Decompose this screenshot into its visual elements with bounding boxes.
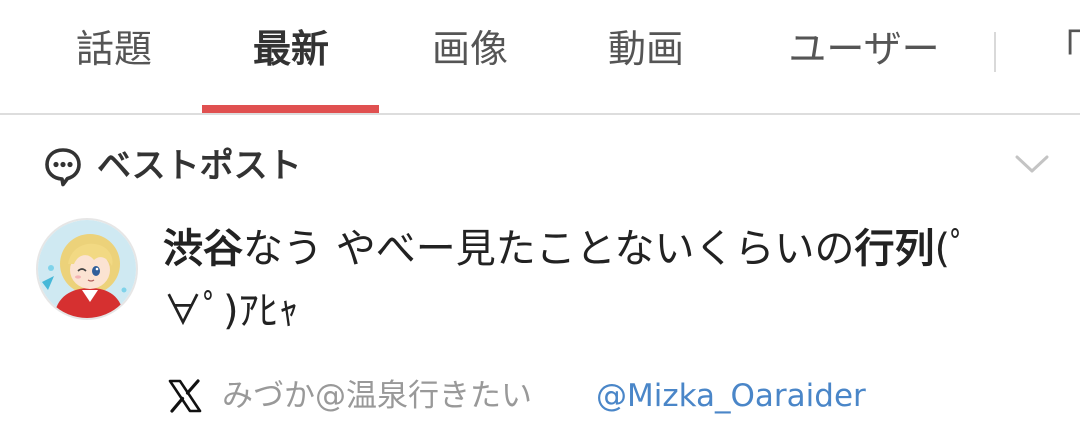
post-text-bold: 行列	[854, 226, 935, 272]
tab-divider	[994, 32, 996, 72]
chevron-down-icon[interactable]	[1014, 150, 1050, 178]
post-text-bold: 渋谷	[163, 226, 243, 272]
x-logo-icon	[167, 378, 203, 414]
section-title: ベストポスト	[97, 146, 302, 186]
post-text-segment: なう やべー見たことないくらいの	[243, 226, 855, 272]
author-name[interactable]: みづか@温泉行きたい	[222, 374, 532, 418]
tab-trending[interactable]: 話題	[72, 24, 156, 74]
post-text[interactable]: 渋谷なう やべー見たことないくらいの行列(ﾟ∀ﾟ)ｱﾋｬ	[163, 218, 1023, 342]
search-tab-bar: 話題 最新 画像 動画 ユーザー 「	[0, 0, 1080, 115]
speech-bubble-icon	[44, 147, 82, 187]
author-handle[interactable]: @Mizka_Oaraider	[596, 374, 866, 418]
tab-videos[interactable]: 動画	[604, 24, 688, 74]
tab-overflow[interactable]: 「	[1044, 24, 1080, 74]
tab-images[interactable]: 画像	[428, 24, 512, 74]
tab-users[interactable]: ユーザー	[782, 24, 946, 74]
user-avatar[interactable]	[36, 218, 138, 320]
tab-latest[interactable]: 最新	[246, 24, 336, 74]
active-tab-indicator	[202, 105, 379, 113]
